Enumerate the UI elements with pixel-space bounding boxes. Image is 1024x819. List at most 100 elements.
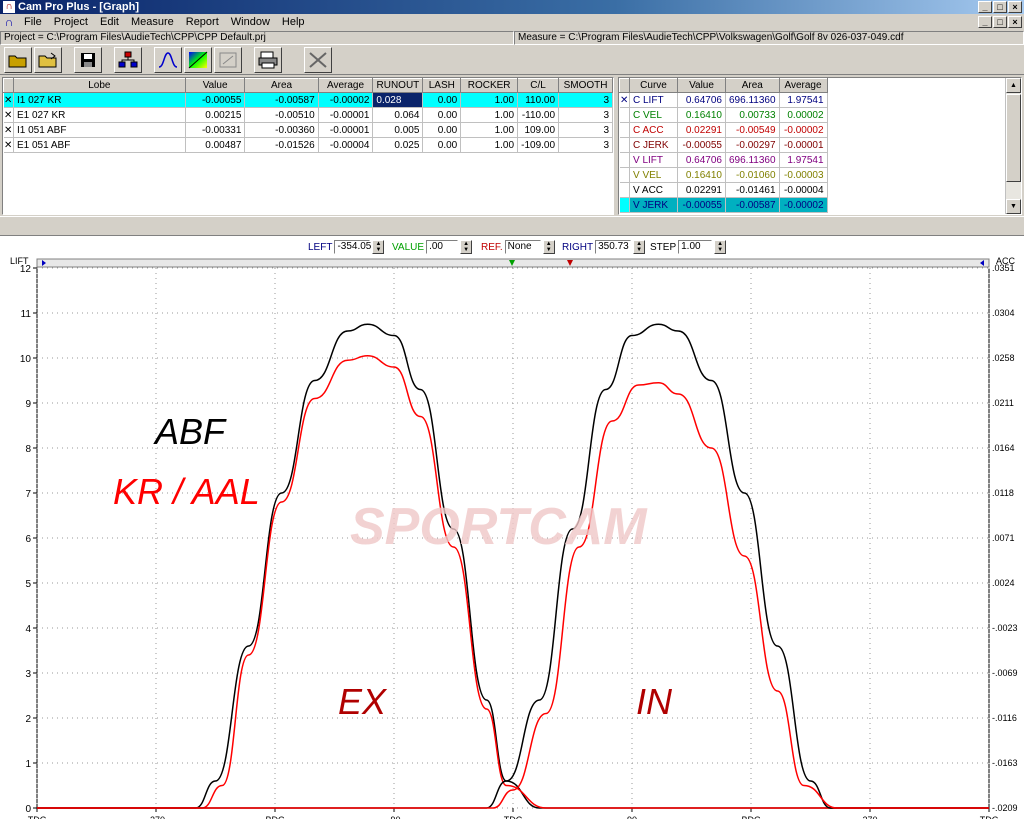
curve-table-scrollbar[interactable]: ▲ ▼ [1005,78,1021,214]
color-spectrum-icon[interactable] [184,46,212,73]
ref-input[interactable]: None [504,240,541,254]
lobe-cell-value[interactable]: 0.00215 [185,107,246,123]
lobe-cell-rocker[interactable]: 1.00 [460,122,519,138]
lobe-cell-runout[interactable]: 0.005 [372,122,424,138]
network-icon[interactable] [114,46,142,73]
curve-cell-curve[interactable]: C ACC [629,122,678,138]
lobe-cell-lash[interactable]: 0.00 [422,107,462,123]
lobe-cell-value[interactable]: -0.00331 [185,122,246,138]
left-spinner[interactable]: ▲ ▼ [372,240,385,254]
lobe-cell-lash[interactable]: 0.00 [422,92,462,108]
lobe-cell-value[interactable]: -0.00055 [185,92,246,108]
scroll-up-icon[interactable]: ▲ [1006,78,1021,93]
lobe-cell-lobe[interactable]: E1 027 KR [13,107,186,123]
value-spinner[interactable]: ▲ ▼ [460,240,473,254]
lobe-cell-runout[interactable]: 0.025 [372,137,424,153]
curve-cell-area[interactable]: -0.01060 [725,167,780,183]
step-spinner[interactable]: ▲ ▼ [714,240,727,254]
curve-cell-value[interactable]: 0.16410 [677,107,726,123]
curve-check-icon[interactable] [619,122,630,138]
curve-cell-value[interactable]: -0.00055 [677,137,726,153]
lobe-check-icon[interactable]: ✕ [3,92,14,108]
curve-cell-value[interactable]: 0.64706 [677,152,726,168]
lobe-cell-area[interactable]: -0.01526 [244,137,319,153]
curve-cell-area[interactable]: 696.11360 [725,92,780,108]
curve-cell-area[interactable]: 0.00733 [725,107,780,123]
curve-check-icon[interactable] [619,137,630,153]
curve-cell-curve[interactable]: C LIFT [629,92,678,108]
curve-cell-area[interactable]: -0.00297 [725,137,780,153]
lobe-row[interactable]: ✕ E1 051 ABF 0.00487 -0.01526 -0.00004 0.025 0… [3,137,613,153]
curve-col-value[interactable]: Value [677,78,726,93]
curve-row[interactable]: V LIFT 0.64706 696.11360 1.97541 [619,152,828,168]
lobe-row[interactable]: ✕ E1 027 KR 0.00215 -0.00510 -0.00001 0.064 0.… [3,107,613,123]
lobe-cell-lash[interactable]: 0.00 [422,122,462,138]
curve-cell-average[interactable]: -0.00002 [779,122,828,138]
lobe-cell-smooth[interactable]: 3 [558,92,613,108]
lobe-cell-value[interactable]: 0.00487 [185,137,246,153]
curve-row[interactable]: V ACC 0.02291 -0.01461 -0.00004 [619,182,828,198]
open-folder-icon[interactable] [4,46,32,73]
menu-file[interactable]: File [18,15,48,30]
left-input[interactable]: -354.05 [334,240,371,254]
curve-cell-curve[interactable]: V ACC [629,182,678,198]
lobe-cell-smooth[interactable]: 3 [558,107,613,123]
lobe-cell-cl[interactable]: 109.00 [517,122,560,138]
lobe-col-lash[interactable]: LASH [422,78,462,93]
lobe-cell-area[interactable]: -0.00510 [244,107,319,123]
lobe-col-average[interactable]: Average [317,78,374,93]
curve-cell-curve[interactable]: V VEL [629,167,678,183]
menu-report[interactable]: Report [180,15,225,30]
curve-col-average[interactable]: Average [778,78,828,93]
curve-cell-value[interactable]: 0.64706 [677,92,726,108]
lobe-cell-rocker[interactable]: 1.00 [460,107,519,123]
save-icon[interactable] [74,46,102,73]
curve-cell-average[interactable]: 1.97541 [779,152,828,168]
curve-cell-average[interactable]: -0.00003 [779,167,828,183]
lobe-cell-smooth[interactable]: 3 [558,137,613,153]
ref-spinner[interactable]: ▲ ▼ [542,240,555,254]
curve-row[interactable]: V VEL 0.16410 -0.01060 -0.00003 [619,167,828,183]
curve-cell-average[interactable]: -0.00002 [779,197,828,213]
curve-cell-area[interactable]: -0.00549 [725,122,780,138]
open-file-icon[interactable] [34,46,62,73]
doc-restore-button[interactable]: □ [993,16,1007,28]
lobe-row[interactable]: ✕ I1 027 KR -0.00055 -0.00587 -0.00002 0.028 0… [3,92,613,108]
curve-cell-value[interactable]: 0.02291 [677,182,726,198]
lift-chart[interactable]: LIFT ACC 0 -.02091 -.01632 -.01163 -.00694 -.… [0,256,1024,819]
curve-check-icon[interactable] [619,197,630,213]
lobe-cell-runout[interactable]: 0.064 [372,107,424,123]
doc-close-button[interactable]: × [1008,16,1022,28]
lobe-col-runout[interactable]: RUNOUT [372,78,424,93]
value-input[interactable]: .00 [426,240,459,254]
menu-help[interactable]: Help [276,15,311,30]
doc-icon[interactable]: ∩ [0,15,18,30]
curve-cell-area[interactable]: -0.01461 [725,182,780,198]
lobe-cell-lobe[interactable]: I1 027 KR [13,92,186,108]
print-icon[interactable] [254,46,282,73]
menu-measure[interactable]: Measure [125,15,180,30]
lobe-cell-cl[interactable]: 110.00 [517,92,560,108]
step-input[interactable]: 1.00 [678,240,713,254]
lobe-col-value[interactable]: Value [184,78,246,93]
lobe-cell-rocker[interactable]: 1.00 [460,92,519,108]
lobe-cell-cl[interactable]: -109.00 [517,137,560,153]
curve-row[interactable]: C ACC 0.02291 -0.00549 -0.00002 [619,122,828,138]
lobe-col-cl[interactable]: C/L [517,78,560,93]
lobe-cell-runout[interactable]: 0.028 [372,92,424,108]
curve-row[interactable]: C VEL 0.16410 0.00733 0.00002 [619,107,828,123]
menu-window[interactable]: Window [225,15,276,30]
lobe-cell-average[interactable]: -0.00001 [318,122,374,138]
lobe-row[interactable]: ✕ I1 051 ABF -0.00331 -0.00360 -0.00001 0.005… [3,122,613,138]
lobe-cell-area[interactable]: -0.00360 [244,122,319,138]
curve-cell-curve[interactable]: C JERK [629,137,678,153]
curve-cell-average[interactable]: -0.00001 [779,137,828,153]
curve-cell-value[interactable]: -0.00055 [677,197,726,213]
curve-check-icon[interactable]: ✕ [619,92,630,108]
curve-check-icon[interactable] [619,182,630,198]
lobe-check-icon[interactable]: ✕ [3,107,14,123]
scroll-thumb[interactable] [1006,94,1021,182]
curve-cell-curve[interactable]: V JERK [629,197,678,213]
curve-cell-value[interactable]: 0.02291 [677,122,726,138]
doc-minimize-button[interactable]: _ [978,16,992,28]
